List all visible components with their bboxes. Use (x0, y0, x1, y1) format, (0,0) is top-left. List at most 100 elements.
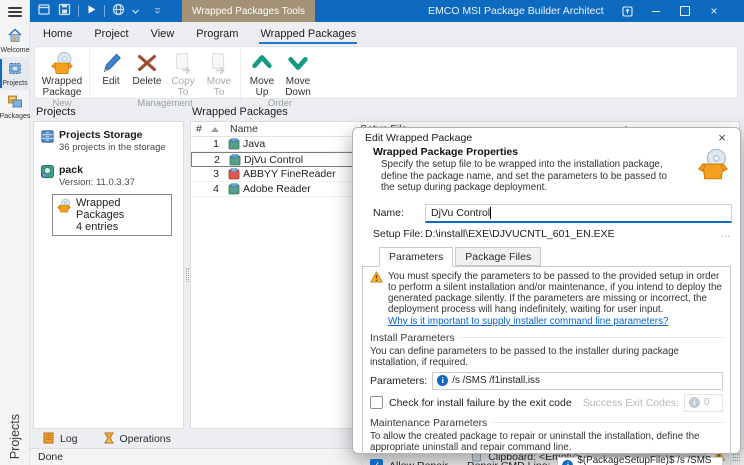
allow-repair-label[interactable]: Allow Repair (389, 460, 448, 465)
app-window: Wrapped Packages Tools EMCO MSI Package … (0, 0, 744, 465)
install-parameters-section: Install Parameters (370, 332, 723, 344)
packages-icon (7, 94, 23, 112)
tree-item-pack[interactable]: pack Version: 11.0.3.37 (34, 161, 183, 191)
projects-icon (7, 61, 23, 79)
app-sidebar: Welcome Projects Packages Projects (0, 0, 30, 465)
maintenance-parameters-description: To allow the created package to repair o… (370, 431, 723, 453)
dialog-close-icon[interactable]: × (714, 130, 730, 145)
projects-pane-tab[interactable]: Projects (0, 414, 30, 459)
tree-item-label: Wrapped Packages (76, 197, 124, 221)
row-name: DjVu Control (244, 154, 356, 166)
sidebar-item-projects[interactable]: Projects (0, 57, 30, 90)
tab-package-files[interactable]: Package Files (455, 247, 541, 266)
success-exit-codes-input: i 0 (684, 394, 723, 412)
ribbon-group-label: New (38, 98, 86, 111)
info-icon: i (562, 460, 573, 465)
repair-cmd-value: $(PackageSetupFile)$ /s /SMS /f1repair.i… (577, 455, 718, 465)
maintenance-parameters-section: Maintenance Parameters (370, 417, 723, 429)
menu-icon[interactable] (0, 0, 30, 24)
setup-file-label: Setup File: (373, 228, 425, 240)
operations-tab[interactable]: Operations (94, 432, 181, 447)
app-icon (225, 168, 243, 180)
move-down-button[interactable]: Move Down (280, 48, 316, 98)
row-number: 1 (191, 138, 225, 150)
globe-dropdown-icon[interactable] (132, 5, 139, 17)
dialog-description: Specify the setup file to be wrapped int… (373, 159, 673, 194)
name-input[interactable]: DjVu Control (425, 204, 732, 223)
allow-repair-checkbox[interactable]: ✓ (370, 459, 383, 465)
toolbar-separator (104, 5, 105, 17)
ribbon-button-label: Wrapped Package (38, 77, 86, 98)
quick-access-toolbar (38, 0, 161, 22)
column-header-num[interactable]: # (191, 123, 205, 135)
ribbon-display-options-icon[interactable] (621, 5, 633, 17)
warning-help-link[interactable]: Why is it important to supply installer … (388, 316, 668, 327)
chevron-up-icon (250, 50, 274, 76)
copy-to-button: Copy To (165, 48, 201, 98)
dialog-title-bar[interactable]: Edit Wrapped Package × (353, 128, 740, 145)
ribbon-button-label: Copy To (165, 77, 201, 98)
tab-parameters[interactable]: Parameters (379, 247, 453, 267)
ribbon-tab-bar: Home Project View Program Wrapped Packag… (42, 25, 357, 44)
warning-icon (370, 271, 383, 327)
delete-button[interactable]: Delete (129, 48, 165, 88)
row-name: ABBYY FineReader (243, 168, 355, 180)
name-label: Name: (373, 207, 425, 219)
move-to-button: Move To (201, 48, 237, 98)
copy-to-icon (171, 50, 195, 76)
run-icon[interactable] (86, 4, 97, 18)
log-tab-label: Log (60, 433, 78, 445)
repair-cmd-input[interactable]: i $(PackageSetupFile)$ /s /SMS /f1repair… (557, 457, 723, 465)
resize-grip[interactable] (733, 453, 740, 461)
edit-wrapped-package-dialog: Edit Wrapped Package × Wrapped Package P… (352, 127, 741, 454)
wrapped-package-button[interactable]: Wrapped Package (38, 48, 86, 98)
tree-item-detail: 4 entries (76, 221, 118, 233)
setup-file-value[interactable]: D:\install\EXE\DJVUCNTL_601_EN.EXE (425, 228, 719, 240)
log-tab[interactable]: Log (33, 432, 88, 447)
move-up-button[interactable]: Move Up (244, 48, 280, 98)
minimize-button[interactable] (650, 5, 662, 17)
projects-pane-tab-label: Projects (8, 414, 22, 459)
wrapped-package-icon (49, 50, 75, 76)
chevron-down-icon (286, 50, 310, 76)
browse-button[interactable]: ... (719, 228, 732, 240)
close-button[interactable]: × (708, 5, 720, 17)
contextual-tab-group[interactable]: Wrapped Packages Tools (182, 0, 315, 22)
tab-view[interactable]: View (150, 28, 176, 44)
wrapped-package-icon (695, 146, 731, 185)
sidebar-item-packages[interactable]: Packages (0, 90, 30, 123)
tab-program[interactable]: Program (195, 28, 239, 44)
tree-item-projects-storage[interactable]: Projects Storage 36 projects in the stor… (34, 126, 183, 156)
sidebar-item-welcome[interactable]: Welcome (0, 24, 30, 57)
status-text: Done (38, 451, 63, 463)
save-project-icon[interactable] (58, 3, 71, 19)
tree-item-wrapped-packages[interactable]: Wrapped Packages 4 entries (52, 194, 172, 236)
operations-tab-label: Operations (120, 433, 171, 445)
sort-asc-icon[interactable] (205, 127, 225, 132)
tab-home[interactable]: Home (42, 28, 73, 44)
maximize-button[interactable] (679, 5, 691, 17)
new-project-icon[interactable] (38, 3, 51, 19)
text-caret (490, 207, 491, 219)
edit-pencil-icon (99, 50, 123, 76)
edit-button[interactable]: Edit (93, 48, 129, 88)
parameters-tab-panel: You must specify the parameters to be pa… (362, 266, 731, 465)
column-header-name[interactable]: Name (225, 123, 355, 135)
tree-item-detail: Version: 11.0.3.37 (59, 177, 135, 188)
ribbon-button-label: Delete (133, 77, 162, 88)
repair-cmd-label: Repair CMD Line: (467, 460, 550, 465)
parameters-input[interactable]: i /s /SMS /f1install.iss (432, 372, 723, 390)
delete-x-icon (135, 50, 159, 76)
app-icon (225, 138, 243, 150)
info-icon: i (437, 375, 448, 386)
ribbon-button-label: Move To (201, 77, 237, 98)
warning-box: You must specify the parameters to be pa… (370, 271, 723, 327)
exit-code-checkbox-label[interactable]: Check for install failure by the exit co… (389, 397, 572, 409)
storage-icon (40, 129, 55, 147)
exit-code-checkbox[interactable] (370, 396, 383, 409)
tab-wrapped-packages[interactable]: Wrapped Packages (259, 28, 357, 44)
tree-item-detail: 36 projects in the storage (59, 142, 166, 153)
tab-project[interactable]: Project (93, 28, 129, 44)
globe-icon[interactable] (112, 3, 125, 19)
qat-customize-icon[interactable] (154, 5, 161, 17)
